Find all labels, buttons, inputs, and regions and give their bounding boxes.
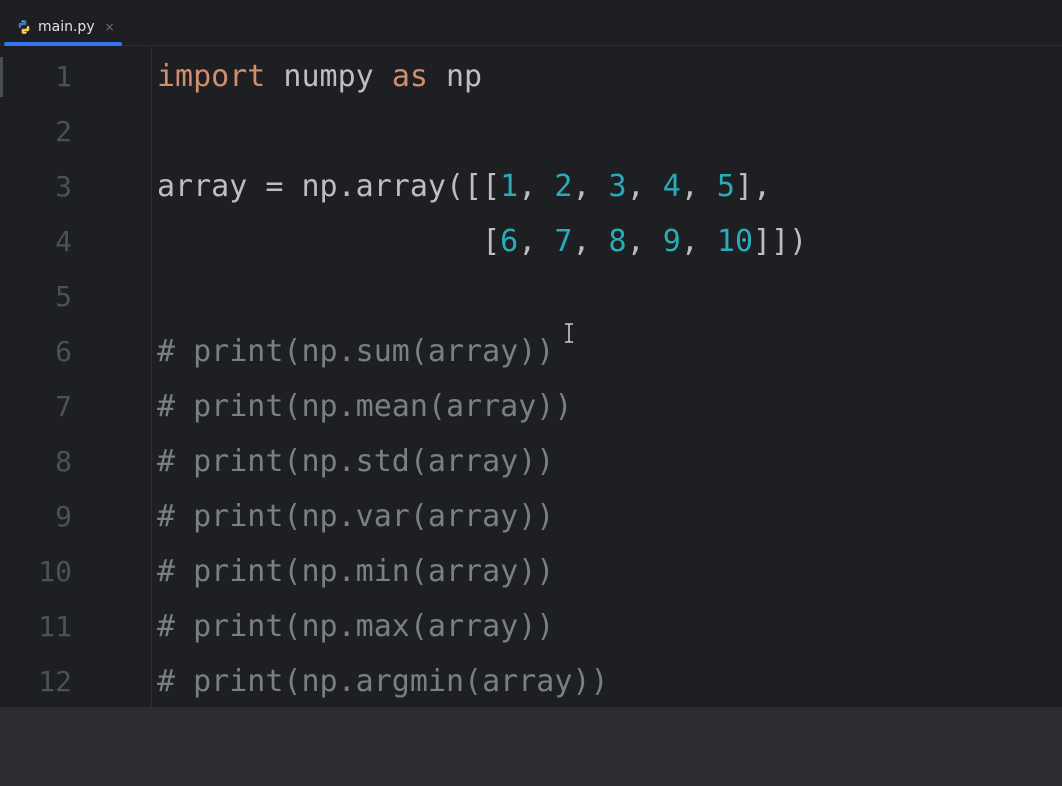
- line-number: 9: [55, 500, 72, 533]
- line-number: 7: [55, 390, 72, 423]
- code-token: ,: [572, 169, 609, 204]
- code-token: # print(np.std(array)): [157, 444, 555, 479]
- bottom-panel: [0, 707, 1062, 786]
- editor-tab-bar: main.py ×: [0, 0, 1062, 46]
- line-number: 3: [55, 170, 72, 203]
- code-token: # print(np.var(array)): [157, 499, 555, 534]
- code-line[interactable]: # print(np.sum(array)): [157, 324, 554, 379]
- line-number: 5: [55, 280, 72, 313]
- code-editor[interactable]: 1 2 3 4 5 6 7 8 9 10 11 12 import numpy as np array …: [0, 47, 1062, 707]
- code-line[interactable]: # print(np.var(array)): [157, 489, 554, 544]
- code-token: 6: [500, 224, 519, 259]
- code-line[interactable]: # print(np.mean(array)): [157, 379, 572, 434]
- code-line[interactable]: [6, 7, 8, 9, 10]]): [157, 214, 807, 269]
- code-token: 10: [716, 224, 754, 259]
- line-number: 10: [38, 555, 72, 588]
- line-number: 2: [55, 115, 72, 148]
- code-line[interactable]: array = np.array([[1, 2, 3, 4, 5],: [157, 159, 771, 214]
- line-number: 12: [38, 665, 72, 698]
- code-token: as: [391, 59, 428, 94]
- code-line[interactable]: import numpy as np: [157, 49, 482, 104]
- code-token: # print(np.argmin(array)): [157, 664, 609, 699]
- line-number: 8: [55, 445, 72, 478]
- tab-close-button[interactable]: ×: [105, 20, 115, 34]
- code-line[interactable]: # print(np.min(array)): [157, 544, 554, 599]
- code-token: ,: [626, 224, 663, 259]
- code-token: ,: [518, 224, 555, 259]
- line-number: 1: [55, 60, 72, 93]
- code-line[interactable]: # print(np.argmin(array)): [157, 654, 609, 707]
- code-token: np: [427, 59, 483, 94]
- line-number: 6: [55, 335, 72, 368]
- line-number: 11: [38, 610, 72, 643]
- code-token: array = np.array([[: [157, 169, 501, 204]
- active-tab-indicator: [4, 42, 122, 46]
- code-token: ,: [626, 169, 663, 204]
- line-number-gutter[interactable]: 1 2 3 4 5 6 7 8 9 10 11 12: [0, 47, 152, 707]
- code-token: ,: [572, 224, 609, 259]
- code-token: # print(np.sum(array)): [157, 334, 555, 369]
- python-icon: [16, 19, 32, 35]
- code-token: 9: [662, 224, 681, 259]
- code-token: ]]): [753, 224, 808, 259]
- code-token: 1: [500, 169, 519, 204]
- code-token: 3: [608, 169, 627, 204]
- tab-main-py[interactable]: main.py ×: [4, 8, 122, 46]
- text-cursor-icon: [565, 323, 573, 343]
- code-token: # print(np.max(array)): [157, 609, 555, 644]
- code-line[interactable]: # print(np.max(array)): [157, 599, 554, 654]
- code-line[interactable]: # print(np.std(array)): [157, 434, 554, 489]
- code-token: ],: [734, 169, 772, 204]
- code-token: numpy: [265, 59, 392, 94]
- tab-label: main.py: [38, 19, 95, 35]
- code-token: import: [157, 59, 266, 94]
- code-token: 8: [608, 224, 627, 259]
- line-number: 4: [55, 225, 72, 258]
- code-token: # print(np.min(array)): [157, 554, 555, 589]
- code-token: # print(np.mean(array)): [157, 389, 573, 424]
- code-token: 7: [554, 224, 573, 259]
- code-token: ,: [680, 224, 717, 259]
- code-token: [: [157, 224, 501, 259]
- code-token: ,: [680, 169, 717, 204]
- code-token: 5: [716, 169, 735, 204]
- code-token: 4: [662, 169, 681, 204]
- code-token: ,: [518, 169, 555, 204]
- code-token: 2: [554, 169, 573, 204]
